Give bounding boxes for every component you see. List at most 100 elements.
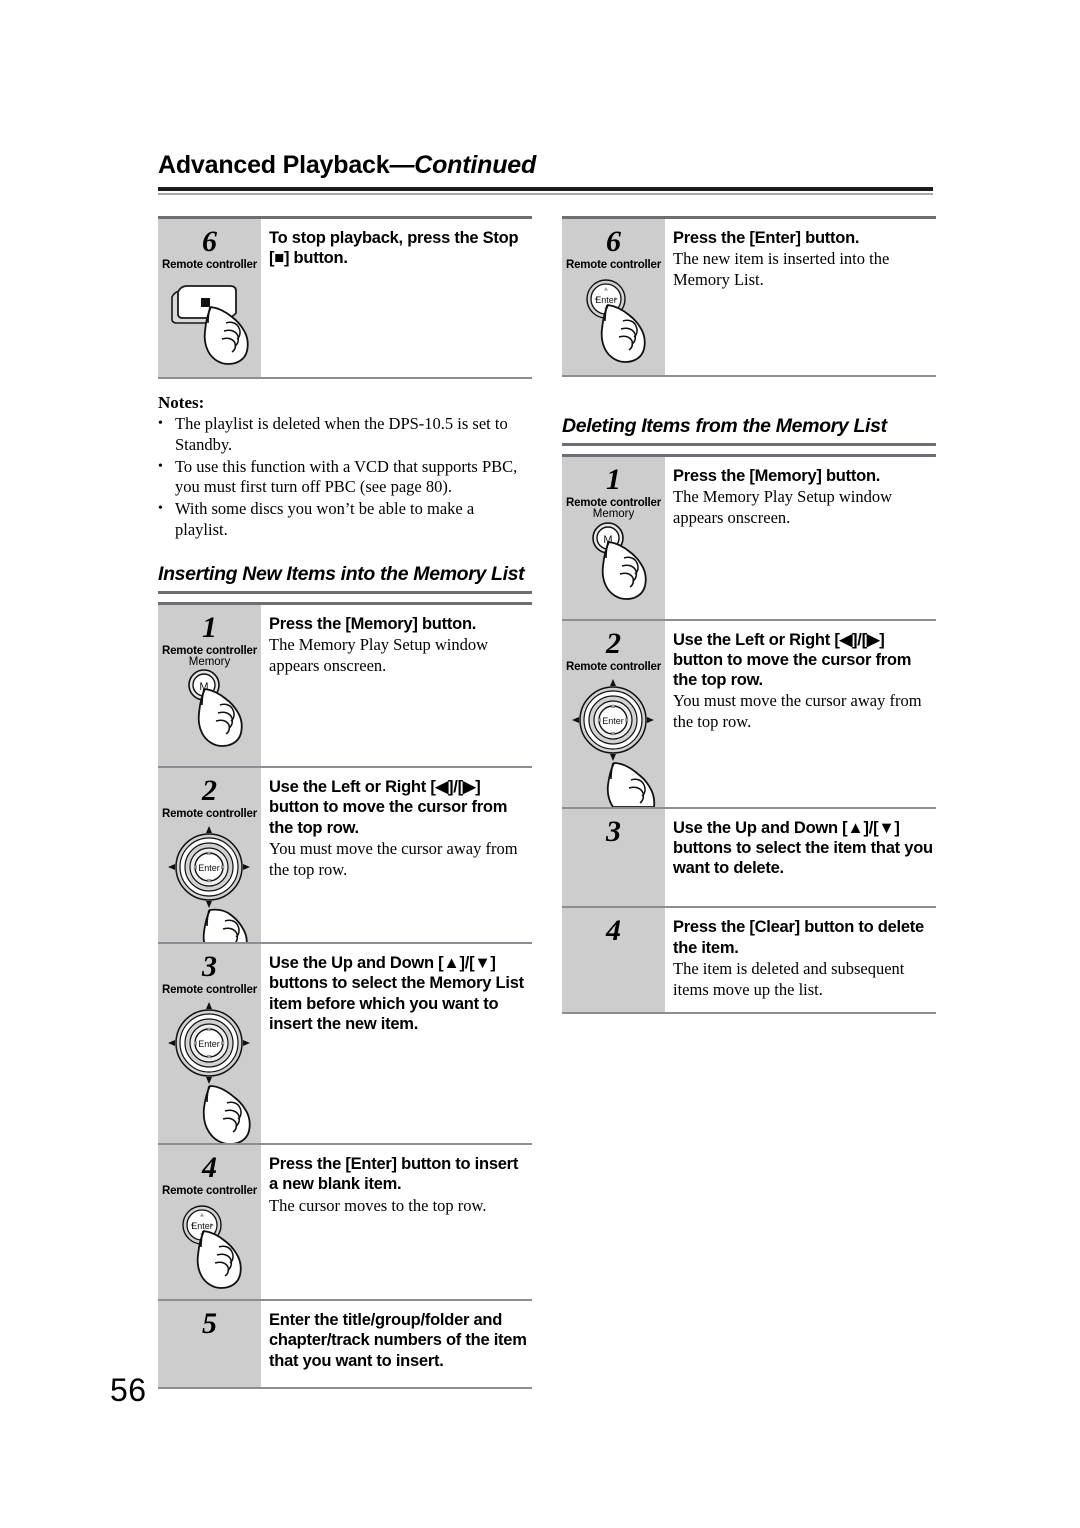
note-text: With some discs you won’t be able to mak… xyxy=(175,499,475,539)
stop-button-press-illustration xyxy=(158,273,261,377)
svg-text:Enter: Enter xyxy=(602,716,624,726)
step-number: 2 xyxy=(202,774,217,808)
note-text: To use this function with a VCD that sup… xyxy=(175,456,518,497)
step-gutter: 6 Remote controller xyxy=(158,219,261,377)
step-title: Use the Up and Down [▲]/[▼] buttons to s… xyxy=(269,954,524,1034)
step-number: 6 xyxy=(606,225,621,258)
step-body: Press the [Enter] button. The new item i… xyxy=(665,219,936,375)
step-description: You must move the cursor away from the t… xyxy=(673,691,922,731)
step-row: 2 Remote controller Enter Use the Left o… xyxy=(562,620,936,807)
step-device-label: Remote controller xyxy=(161,644,257,657)
svg-text:Enter: Enter xyxy=(595,295,617,305)
step-row: 5 Enter the title/group/folder and chapt… xyxy=(158,1301,532,1388)
step-body: Press the [Memory] button. The Memory Pl… xyxy=(261,604,532,767)
section-deleting-items: Deleting Items from the Memory List xyxy=(562,415,936,446)
step-device-label: Remote controller xyxy=(161,1185,257,1198)
notes-heading: Notes: xyxy=(158,393,205,412)
step-device-label: Remote controller xyxy=(565,259,661,271)
step-number: 1 xyxy=(202,610,217,644)
step-body: Use the Left or Right [◀]/[▶] button to … xyxy=(665,620,936,807)
right-column: 6 Remote controller Enter Press the [Ent… xyxy=(562,216,936,1015)
note-item: • To use this function with a VCD that s… xyxy=(158,457,532,499)
memory-button-caption: Memory xyxy=(188,655,231,668)
step-description: The new item is inserted into the Memory… xyxy=(673,249,890,289)
page-title-main: Advanced Playback xyxy=(158,151,390,179)
step-device-label: Remote controller xyxy=(161,259,257,271)
step-body: Use the Left or Right [◀]/[▶] button to … xyxy=(261,768,532,943)
step-gutter: 3 xyxy=(562,808,665,907)
step-number: 6 xyxy=(202,225,217,258)
step-body: Press the [Clear] button to delete the i… xyxy=(665,908,936,1013)
step-description: You must move the cursor away from the t… xyxy=(269,839,518,879)
step-description: The cursor moves to the top row. xyxy=(269,1195,487,1215)
step-number: 2 xyxy=(606,626,621,660)
step-number: 4 xyxy=(606,914,621,948)
step-number: 3 xyxy=(606,814,621,848)
dpad-press-illustration: Enter xyxy=(158,998,261,1144)
step-body: Press the [Memory] button. The Memory Pl… xyxy=(665,457,936,619)
section-divider xyxy=(158,590,532,594)
page-title: Advanced Playback—Continued xyxy=(158,151,933,180)
enter-button-press-illustration: Enter xyxy=(562,273,665,375)
step-gutter: 1 Remote controller Memory M xyxy=(562,457,665,619)
memory-button-press-illustration: Memory M xyxy=(158,655,261,767)
step-title: Use the Left or Right [◀]/[▶] button to … xyxy=(269,778,508,837)
step-gutter: 2 Remote controller Enter xyxy=(562,620,665,807)
note-item: • With some discs you won’t be able to m… xyxy=(158,499,532,541)
step-row: 6 Remote controller To stop playback, pr… xyxy=(158,219,532,377)
svg-text:Enter: Enter xyxy=(198,863,220,873)
step-row: 1 Remote controller Memory M Press the [… xyxy=(562,457,936,619)
dpad-press-illustration: Enter xyxy=(562,675,665,807)
step-number: 3 xyxy=(202,950,217,984)
step-row: 1 Remote controller Memory M Press the [… xyxy=(158,604,532,767)
step-number: 1 xyxy=(606,463,621,496)
step-row: 3 Remote controller Enter Use the Up and… xyxy=(158,944,532,1144)
right-top-step-table: 6 Remote controller Enter Press the [Ent… xyxy=(562,216,936,377)
note-item: • The playlist is deleted when the DPS-1… xyxy=(158,414,532,456)
right-steps-table: 1 Remote controller Memory M Press the [… xyxy=(562,454,936,1015)
enter-button-press-illustration: Enter xyxy=(158,1199,261,1299)
bullet-icon: • xyxy=(158,416,163,431)
step-title: Use the Left or Right [◀]/[▶] button to … xyxy=(673,630,912,690)
svg-text:Enter: Enter xyxy=(198,1039,220,1049)
step-gutter: 5 xyxy=(158,1301,261,1388)
page-title-continued: —Continued xyxy=(389,151,537,179)
manual-page: Advanced Playback—Continued 6 Remote con… xyxy=(0,0,1080,1528)
section-title: Deleting Items from the Memory List xyxy=(562,415,887,437)
section-divider xyxy=(562,443,936,446)
step-number: 5 xyxy=(202,1307,217,1341)
dpad-press-illustration: Enter xyxy=(158,822,261,943)
page-number: 56 xyxy=(110,1372,147,1408)
step-gutter: 2 Remote controller Enter xyxy=(158,768,261,943)
step-gutter: 3 Remote controller Enter xyxy=(158,944,261,1144)
step-body: Enter the title/group/folder and chapter… xyxy=(261,1301,532,1388)
step-title: Enter the title/group/folder and chapter… xyxy=(269,1311,527,1370)
step-device-label: Remote controller xyxy=(565,660,661,673)
step-row: 3 Use the Up and Down [▲]/[▼] buttons to… xyxy=(562,808,936,907)
memory-button-press-illustration: Memory M xyxy=(562,508,665,619)
notes-block: Notes: • The playlist is deleted when th… xyxy=(158,393,532,541)
step-title: Press the [Clear] button to delete the i… xyxy=(673,918,924,957)
memory-button-caption: Memory xyxy=(592,508,635,520)
page-header: Advanced Playback—Continued xyxy=(158,151,933,195)
step-body: Use the Up and Down [▲]/[▼] buttons to s… xyxy=(665,808,936,907)
step-description: The item is deleted and subsequent items… xyxy=(673,958,905,999)
step-body: To stop playback, press the Stop [■] but… xyxy=(261,219,532,377)
step-row: 4 Press the [Clear] button to delete the… xyxy=(562,908,936,1013)
left-column: 6 Remote controller To stop playback, pr… xyxy=(158,216,532,1390)
bullet-icon: • xyxy=(158,501,163,517)
left-top-step-table: 6 Remote controller To stop playback, pr… xyxy=(158,216,532,379)
step-title: Press the [Enter] button. xyxy=(673,229,860,247)
step-row: 4 Remote controller Enter Press the [Ent… xyxy=(158,1145,532,1300)
step-title: Press the [Memory] button. xyxy=(673,467,881,485)
svg-text:Enter: Enter xyxy=(191,1221,213,1231)
step-gutter: 6 Remote controller Enter xyxy=(562,219,665,375)
step-description: The Memory Play Setup window appears ons… xyxy=(673,487,893,527)
step-title: Use the Up and Down [▲]/[▼] buttons to s… xyxy=(673,818,933,878)
step-gutter: 4 Remote controller Enter xyxy=(158,1145,261,1300)
step-description: The Memory Play Setup window appears ons… xyxy=(269,634,489,675)
step-body: Use the Up and Down [▲]/[▼] buttons to s… xyxy=(261,944,532,1144)
step-device-label: Remote controller xyxy=(161,984,257,997)
step-row: 6 Remote controller Enter Press the [Ent… xyxy=(562,219,936,375)
step-device-label: Remote controller xyxy=(161,808,257,821)
